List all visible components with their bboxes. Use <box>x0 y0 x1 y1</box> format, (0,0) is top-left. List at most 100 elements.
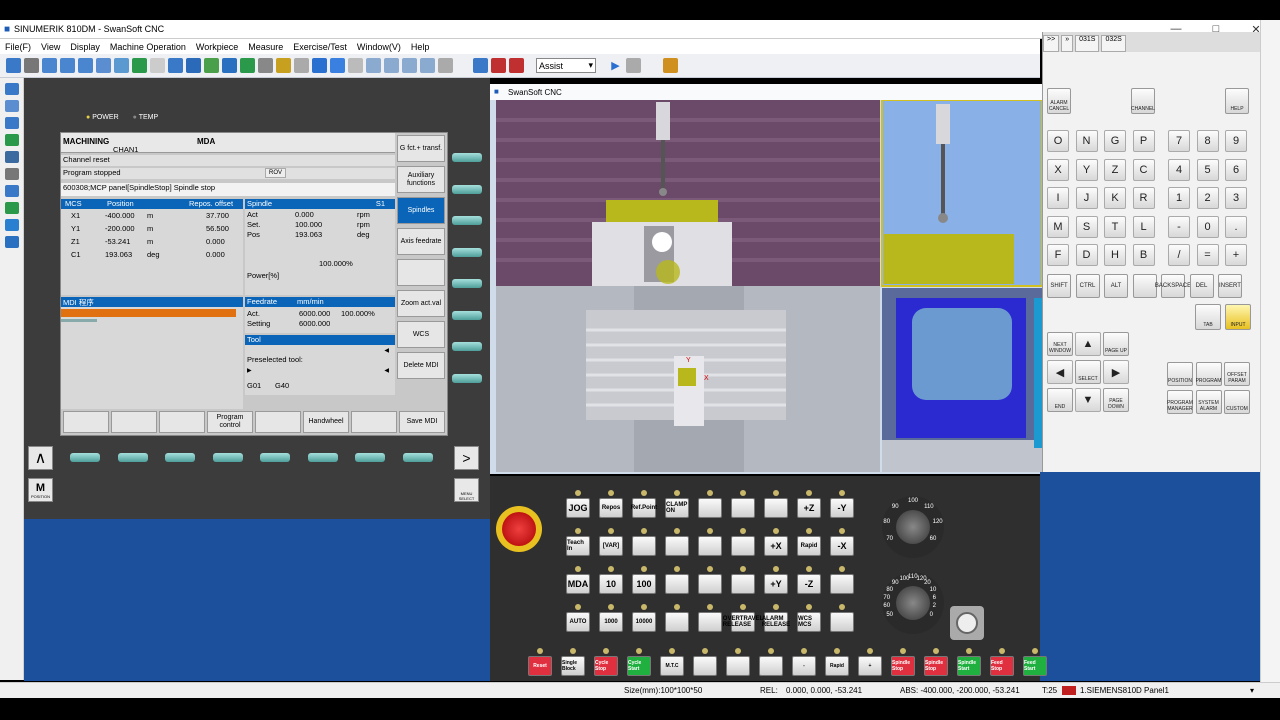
softkey-right[interactable]: Zoom act.val <box>397 290 445 317</box>
digit-key[interactable]: 4 <box>1168 158 1190 181</box>
feed-override-knob[interactable]: 70 80 90 100 110 120 60 <box>882 496 944 558</box>
softkey-bottom[interactable]: Handwheel <box>303 411 349 433</box>
key-tab-expand[interactable]: >> <box>1043 35 1060 52</box>
mcp-button[interactable] <box>830 612 854 632</box>
mcp-button[interactable] <box>665 536 689 556</box>
letter-key[interactable]: O <box>1047 130 1069 152</box>
digit-key[interactable]: 1 <box>1168 187 1190 209</box>
rotate-icon[interactable] <box>132 58 147 73</box>
mcp-button[interactable]: -Z <box>797 574 821 594</box>
mdi-cursor-line[interactable] <box>61 309 236 317</box>
bottom-softkey-button[interactable] <box>355 453 385 462</box>
view-top-icon[interactable] <box>186 58 201 73</box>
mcp-bottom-button[interactable]: Cycle Stop <box>594 656 618 676</box>
mcp-bottom-button[interactable]: - <box>792 656 816 676</box>
strip-list-icon[interactable] <box>5 236 19 248</box>
new-icon[interactable] <box>6 58 21 73</box>
save-run-icon[interactable] <box>491 58 506 73</box>
letter-key[interactable]: G <box>1104 130 1126 152</box>
digit-key[interactable]: 9 <box>1225 130 1247 152</box>
function-key[interactable]: OFFSET PARAM <box>1224 362 1250 386</box>
digit-key[interactable]: / <box>1168 244 1190 266</box>
mcp-bottom-button[interactable]: Reset <box>528 656 552 676</box>
mcp-bottom-button[interactable]: + <box>858 656 882 676</box>
mcp-button[interactable] <box>731 536 755 556</box>
setup-icon[interactable] <box>294 58 309 73</box>
mcp-bottom-button[interactable] <box>726 656 750 676</box>
softkey-bottom[interactable] <box>111 411 157 433</box>
mcp-button[interactable]: Ref.Point <box>631 498 657 518</box>
nav-key[interactable]: PAGE DOWN <box>1103 388 1129 412</box>
menu-window[interactable]: Window(V) <box>352 42 406 52</box>
run-menu-icon[interactable] <box>473 58 488 73</box>
recall-button[interactable]: ∧ <box>28 446 53 470</box>
letter-key[interactable]: M <box>1047 215 1069 238</box>
digit-key[interactable]: = <box>1196 244 1219 266</box>
bottom-softkey-button[interactable] <box>402 453 433 462</box>
spindle-override-knob[interactable]: 50 60 70 80 90 100 110 120 20 10 6 2 0 <box>882 572 944 634</box>
mcp-button[interactable]: -X <box>830 536 854 556</box>
mcp-button[interactable]: JOG <box>566 498 590 518</box>
softkey-right[interactable]: WCS <box>397 321 445 348</box>
arrow-key[interactable]: ▲ <box>1075 332 1101 356</box>
letter-key[interactable]: N <box>1075 130 1098 152</box>
top-function-key[interactable]: ALARM CANCEL <box>1047 88 1071 114</box>
fixture-icon[interactable] <box>420 58 435 73</box>
letter-key[interactable]: H <box>1104 244 1126 266</box>
zoom-out-icon[interactable] <box>60 58 75 73</box>
play-icon[interactable]: ▶ <box>608 58 623 73</box>
softkey-bottom[interactable]: Save MDI <box>399 411 445 433</box>
digit-key[interactable]: 7 <box>1168 130 1190 152</box>
modifier-key[interactable]: DEL <box>1189 274 1214 298</box>
nav-key[interactable]: END <box>1047 388 1073 412</box>
top-function-key[interactable]: CHANNEL <box>1131 88 1155 114</box>
strip-sphere-icon[interactable] <box>5 219 19 231</box>
digit-key[interactable]: 0 <box>1196 215 1219 238</box>
emergency-stop-button[interactable] <box>502 512 536 546</box>
bottom-softkey-button[interactable] <box>212 453 243 462</box>
softkey-right[interactable] <box>397 259 445 286</box>
mcp-button[interactable]: MDA <box>566 574 590 594</box>
arrow-key[interactable]: ▶ <box>1103 360 1129 384</box>
letter-key[interactable]: S <box>1075 215 1098 238</box>
view-icon[interactable] <box>150 58 165 73</box>
mcp-button[interactable]: 100 <box>632 574 656 594</box>
bottom-softkey-button[interactable] <box>260 453 290 462</box>
refresh-icon[interactable] <box>438 58 453 73</box>
letter-key[interactable]: L <box>1132 215 1155 238</box>
mcp-button[interactable] <box>731 574 755 594</box>
function-key[interactable]: PROGRAM <box>1195 362 1222 386</box>
record-icon[interactable] <box>509 58 524 73</box>
strip-graphics-icon[interactable] <box>5 202 19 214</box>
letter-key[interactable]: J <box>1075 187 1098 209</box>
machine-3d-view[interactable]: Y X <box>496 100 1042 472</box>
strip-gear-icon[interactable] <box>5 168 19 180</box>
softkey-bottom[interactable]: Program control <box>207 411 253 433</box>
mcp-bottom-button[interactable]: M.T.C <box>660 656 684 676</box>
softkey-bottom[interactable] <box>159 411 205 433</box>
strip-pen-icon[interactable] <box>5 134 19 146</box>
tool-icon[interactable] <box>222 58 237 73</box>
spindle-icon[interactable] <box>240 58 255 73</box>
ruler-icon[interactable] <box>402 58 417 73</box>
digit-key[interactable]: 8 <box>1196 130 1219 152</box>
mcp-button[interactable] <box>665 574 689 594</box>
mcp-button[interactable]: AUTO <box>566 612 590 632</box>
strip-select-icon[interactable] <box>5 83 19 95</box>
mcp-button[interactable]: +Y <box>764 574 788 594</box>
zoom-window-icon[interactable] <box>78 58 93 73</box>
mcp-button[interactable]: 10000 <box>632 612 656 632</box>
key-tab-more[interactable]: » <box>1061 35 1074 52</box>
strip-edit-icon[interactable] <box>5 100 19 112</box>
digit-key[interactable]: . <box>1225 215 1247 238</box>
side-softkey-button[interactable] <box>452 342 482 351</box>
letter-key[interactable]: Z <box>1104 158 1126 181</box>
mcp-button[interactable] <box>731 498 755 518</box>
mcp-bottom-button[interactable] <box>759 656 783 676</box>
bottom-softkey-button[interactable] <box>165 453 195 462</box>
letter-key[interactable]: R <box>1132 187 1155 209</box>
strip-probe-icon[interactable] <box>5 185 19 197</box>
mcp-bottom-button[interactable]: Single Block <box>561 656 585 676</box>
mcp-bottom-button[interactable]: Rapid <box>825 656 849 676</box>
mcp-button[interactable]: 10 <box>599 574 623 594</box>
